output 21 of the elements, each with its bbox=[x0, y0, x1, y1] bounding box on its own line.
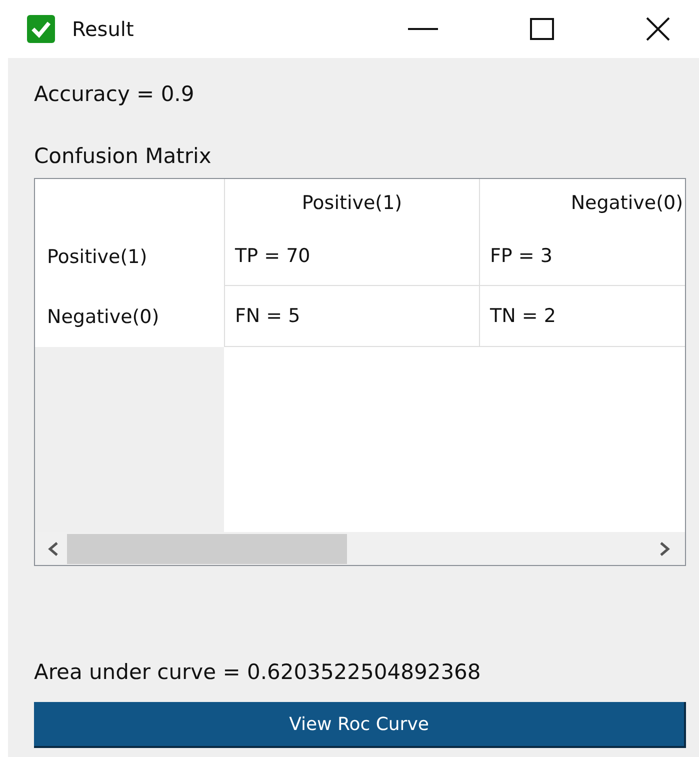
horizontal-scrollbar[interactable] bbox=[35, 532, 685, 565]
scrollbar-thumb[interactable] bbox=[67, 534, 347, 564]
window-title: Result bbox=[72, 17, 134, 41]
close-icon[interactable] bbox=[646, 17, 670, 41]
table-cell: FN = 5 bbox=[224, 286, 479, 347]
table-cell: FP = 3 bbox=[479, 227, 685, 286]
row-header: Positive(1) bbox=[46, 244, 148, 270]
accuracy-label: Accuracy = 0.9 bbox=[34, 82, 196, 108]
table-cell: TN = 2 bbox=[479, 286, 685, 347]
auc-label: Area under curve = 0.6203522504892368 bbox=[34, 660, 482, 686]
scroll-left-icon[interactable] bbox=[47, 542, 59, 556]
scroll-right-icon[interactable] bbox=[659, 542, 671, 556]
table-cell: TP = 70 bbox=[224, 227, 479, 286]
row-header: Negative(0) bbox=[46, 304, 160, 330]
matrix-title: Confusion Matrix bbox=[34, 144, 212, 170]
maximize-icon[interactable] bbox=[530, 18, 554, 40]
view-roc-curve-button[interactable]: View Roc Curve bbox=[34, 702, 686, 748]
minimize-icon[interactable] bbox=[408, 27, 438, 31]
checkmark-icon bbox=[26, 14, 56, 44]
column-header: Negative(0) bbox=[479, 179, 685, 227]
column-header: Positive(1) bbox=[224, 179, 479, 227]
